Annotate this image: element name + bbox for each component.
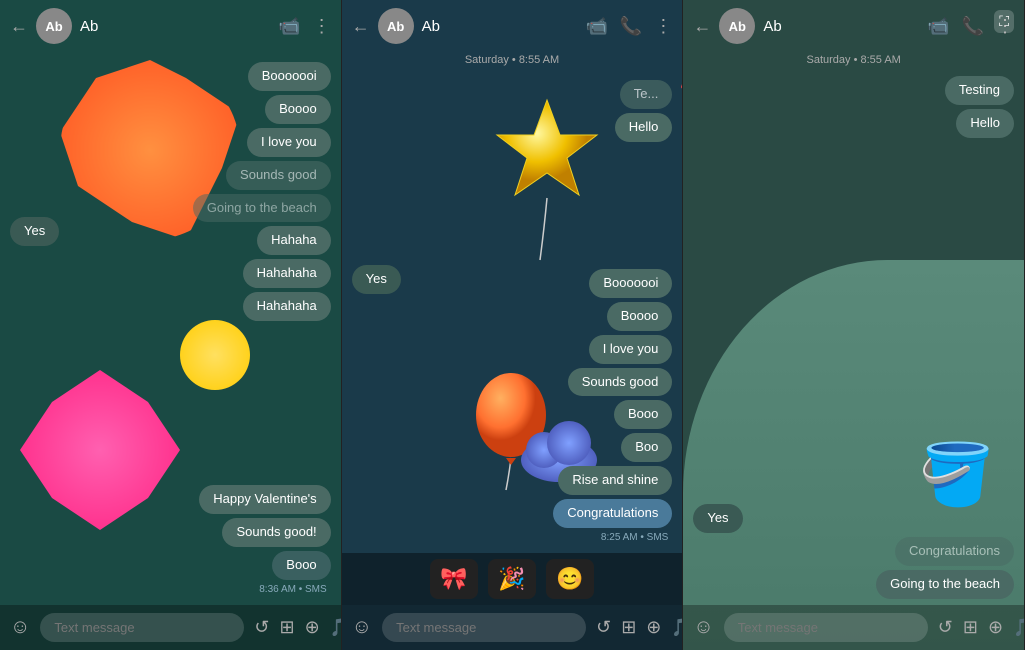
message-item: Te... <box>620 80 673 109</box>
bottom-bar-1: ☺ ↺ ⊞ ⊕ 🎵 <box>0 605 341 650</box>
panel1-header: ← Ab Ab 📹 ⋮ <box>0 0 341 52</box>
emoji-button[interactable]: ☺ <box>693 616 713 639</box>
panel-3: 🪣 ⛶ ← Ab Ab 📹 📞 ⋮ Saturday • 8:55 AM Tes… <box>683 0 1025 650</box>
add-icon[interactable]: ⊕ <box>988 617 1003 638</box>
video-call-icon[interactable]: 📹 <box>927 16 949 37</box>
gif-icon[interactable]: ⊞ <box>280 617 295 638</box>
sticker-button-1[interactable]: 🎀 <box>430 559 478 599</box>
message-item: Sounds good <box>568 368 673 397</box>
message-input[interactable] <box>40 613 244 642</box>
attach-icon[interactable]: ↺ <box>254 617 269 638</box>
expand-icon[interactable]: ⛶ <box>994 10 1014 33</box>
phone-icon[interactable]: 📞 <box>962 16 984 37</box>
attach-icon[interactable]: ↺ <box>938 617 953 638</box>
avatar: Ab <box>719 8 755 44</box>
message-item: Boooo <box>265 95 331 124</box>
message-item: Hello <box>615 113 673 142</box>
received-message: Yes <box>10 217 59 246</box>
contact-name: Ab <box>763 18 919 35</box>
message-item: I love you <box>247 128 331 157</box>
avatar: Ab <box>36 8 72 44</box>
panel2-header: ← Ab Ab 📹 📞 ⋮ <box>342 0 683 52</box>
message-item: Booo <box>614 400 672 429</box>
message-item: Hahahaha <box>243 292 331 321</box>
message-booo: Booo <box>272 551 330 580</box>
status-line: Saturday • 8:55 AM <box>683 52 1024 70</box>
status-line: Saturday • 8:55 AM <box>342 52 683 70</box>
messages-list-1: Booooooi Boooo I love you Sounds good Go… <box>0 52 341 605</box>
message-item: Booooooi <box>248 62 331 91</box>
message-item: Sounds good <box>226 161 331 190</box>
message-item: Hahaha <box>257 226 331 255</box>
sticker-row: 🎀 🎉 😊 <box>342 553 683 605</box>
emoji-button[interactable]: ☺ <box>352 616 372 639</box>
message-item: Booooooi <box>589 269 672 298</box>
more-options-icon[interactable]: ⋮ <box>313 16 331 37</box>
message-item: Happy Valentine's <box>199 485 330 514</box>
contact-name: Ab <box>422 18 578 35</box>
video-call-icon[interactable]: 📹 <box>586 16 608 37</box>
gif-icon[interactable]: ⊞ <box>621 617 636 638</box>
message-input[interactable] <box>382 613 586 642</box>
message-item: Hahahaha <box>243 259 331 288</box>
testing-message: Testing <box>945 76 1014 105</box>
message-input[interactable] <box>724 613 928 642</box>
back-button[interactable]: ← <box>10 16 28 37</box>
phone-icon[interactable]: 📞 <box>620 16 642 37</box>
message-timestamp: 8:36 AM • SMS <box>10 584 331 599</box>
message-timestamp: 8:25 AM • SMS <box>352 532 673 547</box>
message-item: I love you <box>589 335 673 364</box>
panel-2: ← Ab Ab 📹 📞 ⋮ Saturday • 8:55 AM Te... H… <box>342 0 684 650</box>
congratulations-message-faded: Congratulations <box>895 537 1014 566</box>
mic-icon[interactable]: 🎵 <box>671 617 683 638</box>
message-item: Rise and shine <box>558 466 672 495</box>
message-item: Sounds good! <box>222 518 330 547</box>
sticker-button-3[interactable]: 😊 <box>546 559 594 599</box>
congratulations-message: Congratulations <box>553 499 672 528</box>
video-call-icon[interactable]: 📹 <box>278 16 300 37</box>
panel3-header: ← Ab Ab 📹 📞 ⋮ <box>683 0 1024 52</box>
add-icon[interactable]: ⊕ <box>305 617 320 638</box>
mic-icon[interactable]: 🎵 <box>330 617 342 638</box>
message-item: Hello <box>956 109 1014 138</box>
attach-icon[interactable]: ↺ <box>596 617 611 638</box>
more-options-icon[interactable]: ⋮ <box>654 16 672 37</box>
mic-icon[interactable]: 🎵 <box>1013 617 1025 638</box>
bottom-bar-2: ☺ ↺ ⊞ ⊕ 🎵 <box>342 605 683 650</box>
received-message: Yes <box>693 504 742 533</box>
panel-1: ← Ab Ab 📹 ⋮ Booooooi Boooo I love you So… <box>0 0 342 650</box>
messages-list-2: Te... Hello Booooooi Boooo I love you So… <box>342 70 683 553</box>
emoji-button[interactable]: ☺ <box>10 616 30 639</box>
add-icon[interactable]: ⊕ <box>646 617 661 638</box>
message-item: Going to the beach <box>193 194 331 223</box>
gif-icon[interactable]: ⊞ <box>963 617 978 638</box>
message-item: Boo <box>621 433 672 462</box>
contact-name: Ab <box>80 18 270 35</box>
bottom-bar-3: ☺ ↺ ⊞ ⊕ 🎵 <box>683 605 1024 650</box>
avatar: Ab <box>378 8 414 44</box>
going-to-beach-message: Going to the beach <box>876 570 1014 599</box>
back-button[interactable]: ← <box>352 16 370 37</box>
received-message: Yes <box>352 265 401 294</box>
message-item: Boooo <box>607 302 673 331</box>
header-icons: 📹 ⋮ <box>278 16 330 37</box>
messages-list-3: Testing Hello Yes Congratulations Going … <box>683 70 1024 605</box>
header-icons: 📹 📞 ⋮ <box>586 16 673 37</box>
sticker-button-2[interactable]: 🎉 <box>488 559 536 599</box>
back-button[interactable]: ← <box>693 16 711 37</box>
